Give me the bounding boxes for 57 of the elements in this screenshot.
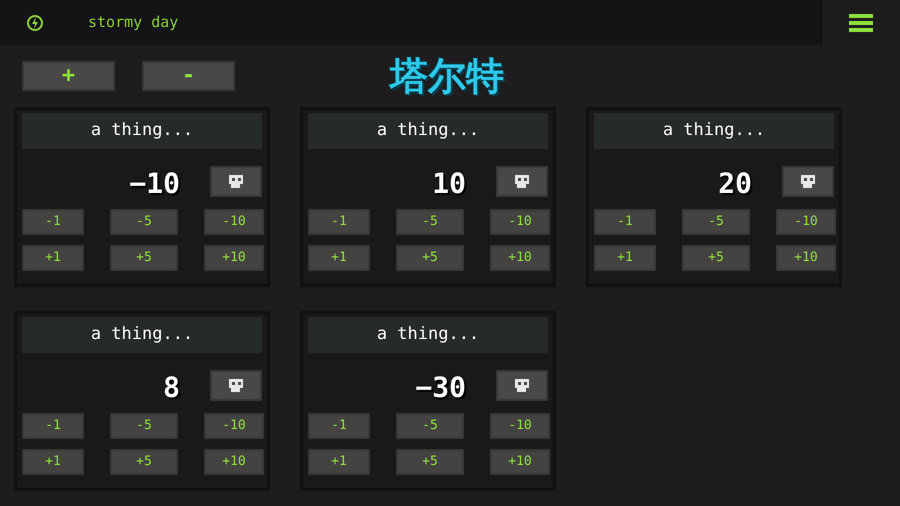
step-button[interactable]: +5: [396, 449, 464, 475]
menu-button[interactable]: [820, 0, 900, 45]
step-button[interactable]: -5: [396, 413, 464, 439]
step-button[interactable]: +1: [22, 245, 84, 271]
reset-button[interactable]: [496, 370, 548, 401]
skull-icon: [798, 175, 817, 188]
step-button[interactable]: +10: [776, 245, 836, 271]
step-button[interactable]: +1: [22, 449, 84, 475]
skull-icon: [226, 379, 245, 392]
counter-value: 8: [162, 370, 180, 406]
step-button[interactable]: -10: [204, 209, 264, 235]
step-button[interactable]: -5: [110, 209, 178, 235]
step-button[interactable]: -5: [396, 209, 464, 235]
step-button[interactable]: +1: [308, 449, 370, 475]
step-button[interactable]: +10: [490, 449, 550, 475]
reset-button[interactable]: [496, 166, 548, 197]
counter-name: a thing...: [594, 113, 834, 150]
skull-icon: [512, 175, 531, 188]
add-button[interactable]: +: [22, 61, 115, 91]
step-button[interactable]: +5: [110, 449, 178, 475]
step-button[interactable]: -1: [308, 413, 370, 439]
step-button[interactable]: -10: [776, 209, 836, 235]
step-button[interactable]: +10: [490, 245, 550, 271]
counter-name: a thing...: [308, 317, 548, 354]
step-button[interactable]: -1: [22, 413, 84, 439]
counter-name: a thing...: [22, 317, 262, 354]
reset-button[interactable]: [210, 166, 262, 197]
step-button[interactable]: -10: [490, 413, 550, 439]
step-button[interactable]: -5: [110, 413, 178, 439]
reset-button[interactable]: [210, 370, 262, 401]
menu-icon: [849, 12, 873, 32]
step-button[interactable]: -5: [682, 209, 750, 235]
step-button[interactable]: +10: [204, 245, 264, 271]
step-button[interactable]: +5: [396, 245, 464, 271]
skull-icon: [226, 175, 245, 188]
counter-value: 20: [717, 166, 752, 202]
step-button[interactable]: +10: [204, 449, 264, 475]
counter-value: 10: [431, 166, 466, 202]
step-button[interactable]: -10: [204, 413, 264, 439]
reset-button[interactable]: [782, 166, 834, 197]
lightning-icon: [26, 14, 44, 32]
app-title: 塔尔特: [390, 57, 504, 95]
weather-label: stormy day: [88, 12, 178, 34]
counter-value: −10: [128, 166, 180, 202]
step-button[interactable]: -1: [308, 209, 370, 235]
step-button[interactable]: -1: [22, 209, 84, 235]
step-button[interactable]: +5: [682, 245, 750, 271]
counter-value: −30: [414, 370, 466, 406]
skull-icon: [512, 379, 531, 392]
counter-name: a thing...: [22, 113, 262, 150]
remove-button[interactable]: -: [142, 61, 235, 91]
step-button[interactable]: -10: [490, 209, 550, 235]
step-button[interactable]: +1: [594, 245, 656, 271]
counter-name: a thing...: [308, 113, 548, 150]
step-button[interactable]: +1: [308, 245, 370, 271]
step-button[interactable]: +5: [110, 245, 178, 271]
step-button[interactable]: -1: [594, 209, 656, 235]
